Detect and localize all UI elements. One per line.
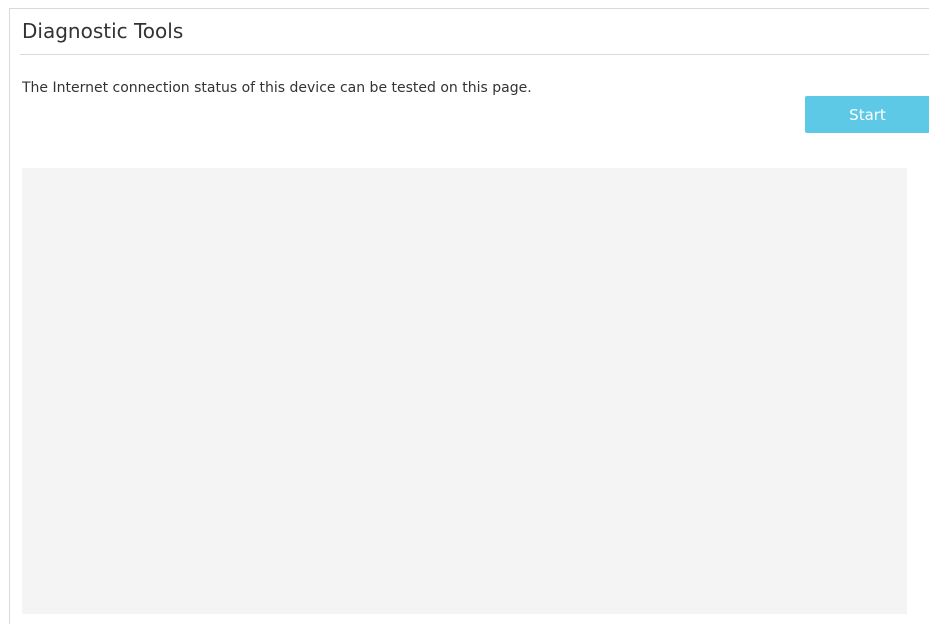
- page-description: The Internet connection status of this d…: [22, 80, 532, 96]
- page-title: Diagnostic Tools: [22, 19, 184, 43]
- start-button[interactable]: Start: [805, 96, 929, 133]
- diagnostic-output-area: [22, 168, 907, 614]
- title-divider: [20, 54, 929, 55]
- diagnostic-tools-panel: Diagnostic Tools The Internet connection…: [9, 8, 929, 624]
